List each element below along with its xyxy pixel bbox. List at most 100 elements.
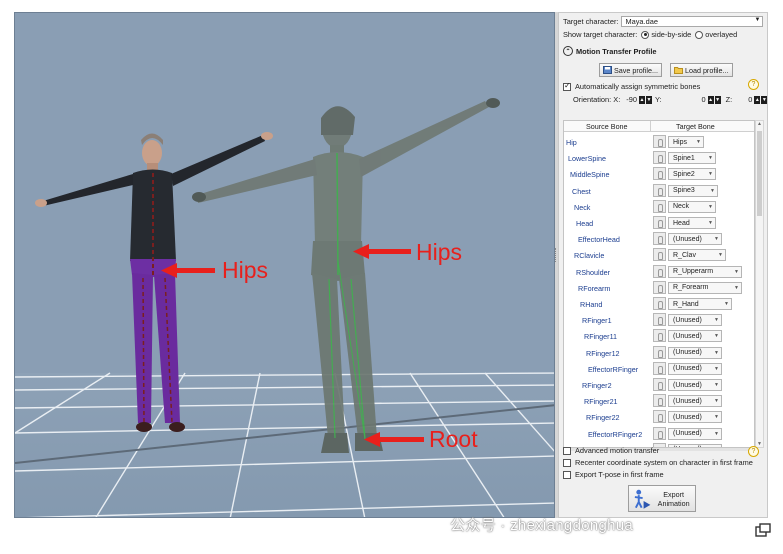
grid-vertical-scrollbar[interactable]: ▲ ▼ <box>755 120 764 448</box>
bone-picker-icon[interactable] <box>653 151 666 165</box>
export-animation-button[interactable]: Export Animation <box>628 485 696 512</box>
target-bone-value: Spine3 <box>673 187 695 195</box>
bone-row: EffectorHead (Unused) ▼ <box>564 231 754 247</box>
target-character-select[interactable]: Maya.dae ▼ <box>621 16 764 27</box>
bone-picker-icon[interactable] <box>653 394 666 408</box>
orientation-z-spinner[interactable]: ▲ ▼ <box>754 95 768 104</box>
target-bone-select[interactable]: (Unused) ▼ <box>668 314 722 327</box>
target-bone-select[interactable]: R_Clav ▼ <box>668 249 726 262</box>
recenter-row: Recenter coordinate system on character … <box>563 458 753 467</box>
help-icon[interactable]: ? <box>748 79 759 90</box>
advanced-checkbox[interactable] <box>563 446 571 455</box>
bone-picker-icon[interactable] <box>653 345 666 359</box>
target-bone-select[interactable]: Hips ▼ <box>668 136 704 148</box>
bone-picker-icon[interactable] <box>653 426 666 440</box>
folder-icon <box>673 67 683 74</box>
bone-row: RFinger12 (Unused) ▼ <box>564 345 754 361</box>
scroll-thumb[interactable] <box>757 131 762 216</box>
dropdown-arrow-icon: ▼ <box>714 382 719 388</box>
source-bone-label: LowerSpine <box>568 154 606 164</box>
bone-row: RFinger21 (Unused) ▼ <box>564 393 754 409</box>
bone-picker-icon[interactable] <box>653 410 666 424</box>
bone-picker-icon[interactable] <box>653 216 666 229</box>
target-bone-select[interactable]: Spine3 ▼ <box>668 184 718 197</box>
radio-overlayed[interactable] <box>695 30 704 39</box>
bone-row: EffectorRFinger2 (Unused) ▼ <box>564 426 754 442</box>
bone-row: RFinger1 (Unused) ▼ <box>564 312 754 328</box>
target-bone-select[interactable]: (Unused) ▼ <box>668 346 722 359</box>
option-side-by-side-label: side-by-side <box>651 30 692 39</box>
target-bone-select[interactable]: (Unused) ▼ <box>668 233 722 246</box>
bone-picker-icon[interactable] <box>653 232 666 246</box>
orientation-x-spinner[interactable]: ▲ ▼ <box>638 95 653 104</box>
bone-picker-icon[interactable] <box>653 313 666 327</box>
bone-picker-icon[interactable] <box>653 199 666 213</box>
dropdown-arrow-icon: ▼ <box>754 17 761 23</box>
source-bone-label: EffectorHead <box>578 235 620 245</box>
viewport-3d[interactable]: Hips Hips Root <box>14 12 555 518</box>
load-profile-button[interactable]: Load profile... <box>669 63 733 77</box>
target-bone-value: Hips <box>673 138 688 146</box>
source-bone-label: RFinger12 <box>586 348 620 358</box>
target-bone-value: (Unused) <box>673 332 702 340</box>
profile-section-header[interactable]: ⌃ Motion Transfer Profile <box>563 46 657 56</box>
target-bone-select[interactable]: (Unused) ▼ <box>668 427 722 440</box>
bone-picker-icon[interactable] <box>653 297 666 310</box>
orientation-x-value[interactable]: -90 <box>626 95 637 104</box>
target-bone-value: R_Clav <box>673 251 696 259</box>
target-bone-select[interactable]: Spine2 ▼ <box>668 168 716 181</box>
dropdown-arrow-icon: ▼ <box>734 284 739 291</box>
bone-row: RForearm R_Forearm ▼ <box>564 280 754 296</box>
bone-mapping-grid: Source Bone Target Bone Hip Hips ▼ LowerSpi… <box>563 120 755 448</box>
target-bone-select[interactable]: (Unused) ▼ <box>668 411 722 424</box>
bone-picker-icon[interactable] <box>653 361 666 375</box>
bone-picker-icon[interactable] <box>653 280 666 294</box>
bone-row: RShoulder R_Upperarm ▼ <box>564 264 754 280</box>
orientation-y-value[interactable]: 0 <box>702 95 706 104</box>
export-tpose-checkbox[interactable] <box>563 470 571 479</box>
target-bone-select[interactable]: (Unused) ▼ <box>668 330 722 343</box>
target-bone-select[interactable]: Neck ▼ <box>668 200 716 213</box>
auto-symmetric-row: Automatically assign symmetric bones <box>563 81 700 91</box>
save-profile-button[interactable]: Save profile... <box>599 63 662 77</box>
scroll-down-icon[interactable]: ▼ <box>757 441 762 447</box>
orientation-row: Orientation: X: -90 ▲ ▼ Y: 0 ▲ ▼ Z: 0 ▲ ▼ <box>573 95 768 104</box>
source-bone-label: RShoulder <box>576 267 610 277</box>
target-bone-value: R_Upperarm <box>673 268 714 276</box>
target-bone-value: Spine2 <box>673 170 695 178</box>
target-bone-value: (Unused) <box>673 349 702 357</box>
target-bone-select[interactable]: (Unused) ▼ <box>668 395 722 408</box>
target-bone-select[interactable]: R_Upperarm ▼ <box>668 265 742 278</box>
target-bone-select[interactable]: (Unused) ▼ <box>668 379 722 391</box>
radio-side-by-side[interactable] <box>641 30 650 39</box>
auto-symmetric-checkbox[interactable] <box>563 81 571 91</box>
target-bone-select[interactable]: R_Hand ▼ <box>668 298 732 310</box>
orientation-z-value[interactable]: 0 <box>748 95 752 104</box>
recenter-checkbox[interactable] <box>563 458 571 467</box>
target-bone-value: R_Forearm <box>673 284 709 292</box>
target-bone-select[interactable]: R_Forearm ▼ <box>668 281 742 294</box>
source-bone-label: MiddleSpine <box>570 170 610 180</box>
target-character-label: Target character: <box>563 17 619 26</box>
bone-picker-icon[interactable] <box>653 264 666 278</box>
bone-picker-icon[interactable] <box>653 183 666 197</box>
source-bone-label: EffectorRFinger2 <box>588 429 643 439</box>
target-bone-select[interactable]: (Unused) ▼ <box>668 362 722 375</box>
bone-picker-icon[interactable] <box>653 135 666 148</box>
bone-picker-icon[interactable] <box>653 167 666 181</box>
source-bone-label: EffectorRFinger <box>588 364 639 374</box>
advanced-help-icon[interactable]: ? <box>748 446 759 457</box>
target-bone-value: Head <box>673 219 690 227</box>
screenshot-corner-icon <box>755 523 771 537</box>
bone-picker-icon[interactable] <box>653 248 666 262</box>
scroll-up-icon[interactable]: ▲ <box>757 121 762 127</box>
source-bone-label: RFinger21 <box>584 397 618 407</box>
source-bone-label: Neck <box>574 202 591 212</box>
bone-picker-icon[interactable] <box>653 329 666 343</box>
annotation-hips-target: Hips <box>416 239 463 265</box>
collapse-icon[interactable]: ⌃ <box>563 46 573 56</box>
target-bone-select[interactable]: Spine1 ▼ <box>668 152 716 165</box>
target-bone-select[interactable]: Head ▼ <box>668 217 716 229</box>
orientation-y-spinner[interactable]: ▲ ▼ <box>707 95 722 104</box>
bone-picker-icon[interactable] <box>653 378 666 391</box>
